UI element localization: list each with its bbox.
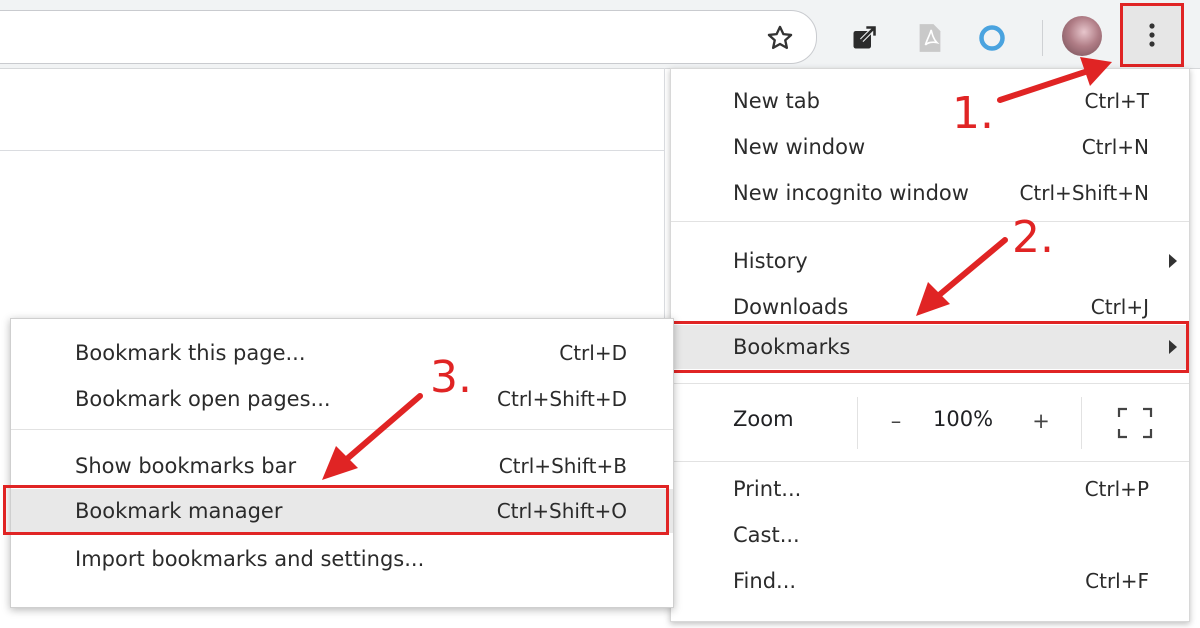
zoom-separator [857, 397, 858, 449]
menu-item-find[interactable]: Find... Ctrl+F [671, 559, 1189, 603]
submenu-item-show-bookmarks-bar[interactable]: Show bookmarks bar Ctrl+Shift+B [11, 444, 673, 488]
menu-divider [671, 461, 1189, 462]
star-icon[interactable] [760, 18, 800, 58]
submenu-item-label: Bookmark open pages... [75, 387, 331, 411]
menu-item-label: Cast... [733, 523, 800, 547]
submenu-item-label: Import bookmarks and settings... [75, 547, 425, 571]
submenu-divider [11, 429, 673, 430]
menu-item-new-window[interactable]: New window Ctrl+N [671, 125, 1189, 169]
zoom-separator [1081, 397, 1082, 449]
menu-item-label: New tab [733, 89, 820, 113]
zoom-value: 100% [933, 407, 994, 431]
pdf-icon[interactable] [908, 16, 952, 60]
toolbar-separator [1042, 20, 1043, 56]
page-divider [664, 68, 665, 318]
submenu-item-bookmark-this-page[interactable]: Bookmark this page... Ctrl+D [11, 331, 673, 375]
menu-item-cast[interactable]: Cast... [671, 513, 1189, 557]
menu-divider [671, 383, 1189, 384]
menu-item-shortcut: Ctrl+P [1084, 477, 1149, 501]
submenu-item-shortcut: Ctrl+Shift+D [497, 387, 627, 411]
zoom-row: Zoom – 100% + [671, 391, 1189, 453]
submenu-item-shortcut: Ctrl+D [559, 341, 627, 365]
menu-item-new-tab[interactable]: New tab Ctrl+T [671, 79, 1189, 123]
chrome-main-menu: New tab Ctrl+T New window Ctrl+N New inc… [670, 68, 1190, 622]
more-menu-icon[interactable] [1120, 3, 1184, 67]
bookmarks-submenu: Bookmark this page... Ctrl+D Bookmark op… [3, 318, 674, 608]
menu-item-label: History [733, 249, 808, 273]
profile-avatar[interactable] [1062, 16, 1102, 56]
extension-ring-icon[interactable] [970, 16, 1014, 60]
submenu-item-shortcut: Ctrl+Shift+B [498, 454, 627, 478]
step-3-label: 3. [430, 352, 472, 403]
menu-item-history[interactable]: History [671, 239, 1189, 283]
menu-item-label: Downloads [733, 295, 849, 319]
menu-item-print[interactable]: Print... Ctrl+P [671, 467, 1189, 511]
zoom-label: Zoom [733, 407, 794, 431]
menu-item-shortcut: Ctrl+F [1085, 569, 1149, 593]
highlight-box-bookmarks [671, 321, 1189, 373]
submenu-item-bookmark-open-pages[interactable]: Bookmark open pages... Ctrl+Shift+D [11, 377, 673, 421]
menu-item-new-incognito-window[interactable]: New incognito window Ctrl+Shift+N [671, 171, 1189, 215]
step-2-label: 2. [1012, 212, 1054, 263]
submenu-arrow-icon [1169, 254, 1177, 268]
menu-item-label: New incognito window [733, 181, 969, 205]
menu-item-label: New window [733, 135, 866, 159]
address-bar[interactable] [0, 10, 817, 64]
menu-item-shortcut: Ctrl+T [1084, 89, 1149, 113]
menu-item-label: Find... [733, 569, 797, 593]
step-1-label: 1. [952, 88, 994, 139]
submenu-item-import-bookmarks[interactable]: Import bookmarks and settings... [11, 537, 673, 581]
menu-item-shortcut: Ctrl+J [1090, 295, 1149, 319]
zoom-out-button[interactable]: – [876, 403, 916, 439]
browser-toolbar [0, 0, 1200, 69]
highlight-box-bookmark-manager [3, 485, 669, 535]
menu-item-shortcut: Ctrl+N [1081, 135, 1149, 159]
menu-item-shortcut: Ctrl+Shift+N [1019, 181, 1149, 205]
page-divider [0, 150, 664, 151]
submenu-item-label: Show bookmarks bar [75, 454, 297, 478]
menu-item-label: Print... [733, 477, 802, 501]
submenu-item-label: Bookmark this page... [75, 341, 306, 365]
menu-divider [671, 221, 1189, 222]
share-icon[interactable] [842, 16, 886, 60]
zoom-in-button[interactable]: + [1021, 403, 1061, 439]
fullscreen-icon[interactable] [1113, 403, 1157, 443]
